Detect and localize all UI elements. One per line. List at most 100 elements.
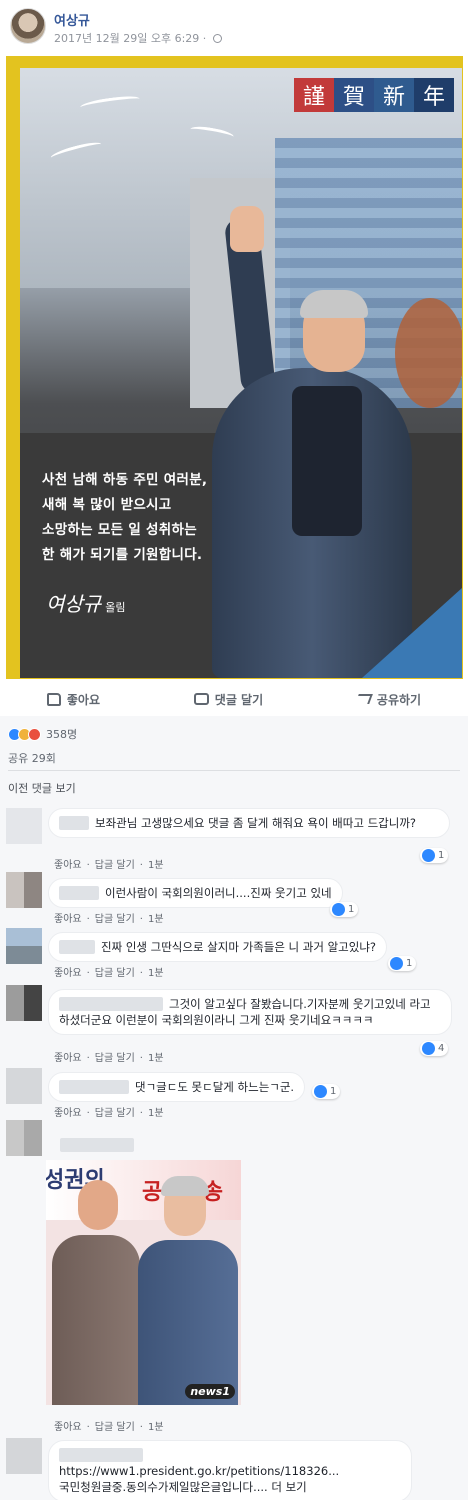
- view-previous-comments-link[interactable]: 이전 댓글 보기: [8, 780, 76, 796]
- redacted-name[interactable]: [59, 1448, 143, 1462]
- new-year-card-image[interactable]: 謹 賀 新 年 사천 남해 하동 주민 여러분, 새해 복 많이 받으시고 소망…: [6, 56, 463, 679]
- share-label: 공유하기: [376, 692, 422, 707]
- comment-label: 댓글 달기: [214, 692, 264, 707]
- comment-like-count[interactable]: 1: [420, 848, 449, 863]
- message-line: 소망하는 모든 일 성취하는: [42, 522, 197, 538]
- commenter-avatar[interactable]: [6, 928, 42, 964]
- comment-button[interactable]: 댓글 달기: [193, 691, 264, 708]
- comment-like-link[interactable]: 좋아요: [54, 860, 82, 871]
- comment-bubble: 보좌관님 고생많으세요 댓글 좀 달게 해줘요 욕이 배따고 드갑니까?: [48, 808, 450, 838]
- author-avatar[interactable]: [10, 8, 46, 44]
- autumn-tree: [395, 298, 462, 408]
- message-line: 사천 남해 하동 주민 여러분,: [42, 472, 208, 488]
- comment-like-link[interactable]: 좋아요: [54, 1422, 82, 1433]
- like-count: 4: [438, 1043, 445, 1054]
- comment-time[interactable]: 1분: [148, 860, 164, 871]
- post-date[interactable]: 2017년 12월 29일 오후 6:29 ·: [54, 32, 210, 45]
- comment-reply-link[interactable]: 답글 달기: [95, 914, 135, 925]
- man-suit-blue: [138, 1240, 238, 1405]
- comment-time[interactable]: 1분: [148, 1108, 164, 1119]
- signature: 여상규 올림: [46, 588, 125, 617]
- post-action-bar: 좋아요 댓글 달기 공유하기: [0, 685, 468, 713]
- redacted-name[interactable]: [59, 816, 89, 830]
- news1-logo: news1: [185, 1384, 235, 1399]
- commenter-avatar[interactable]: [6, 1068, 42, 1104]
- redacted-name[interactable]: [59, 1080, 129, 1094]
- comment-reply-link[interactable]: 답글 달기: [95, 1422, 135, 1433]
- comment-reply-link[interactable]: 답글 달기: [95, 1108, 135, 1119]
- comment-text: 보좌관님 고생많으세요 댓글 좀 달게 해줘요 욕이 배따고 드갑니까?: [95, 816, 417, 830]
- comment-text: 진짜 인생 그딴식으로 살지마 가족들은 니 과거 알고있냐?: [101, 940, 377, 954]
- comment-reply-link[interactable]: 답글 달기: [95, 1053, 135, 1064]
- message-line: 한 해가 되기를 기원합니다.: [42, 547, 203, 563]
- like-badge-icon: [314, 1085, 327, 1098]
- signature-suffix: 올림: [105, 601, 126, 614]
- comment-bubble: https://www1.president.go.kr/petitions/1…: [48, 1440, 412, 1500]
- author-name[interactable]: 여상규: [54, 10, 90, 29]
- like-label: 좋아요: [66, 692, 101, 707]
- comment-time[interactable]: 1분: [148, 1053, 164, 1064]
- like-button[interactable]: 좋아요: [46, 691, 101, 708]
- comment-actions: 좋아요 · 답글 달기 · 1분: [54, 860, 164, 871]
- card-message: 사천 남해 하동 주민 여러분, 새해 복 많이 받으시고 소망하는 모든 일 …: [42, 468, 207, 568]
- comment-actions: 좋아요 · 답글 달기 · 1분: [54, 914, 164, 925]
- comment-like-count[interactable]: 1: [388, 956, 417, 971]
- reactions-summary[interactable]: 358명: [8, 726, 77, 742]
- banner-char: 新: [374, 78, 414, 112]
- person-hair: [300, 290, 368, 318]
- share-arrow-icon: [355, 694, 373, 704]
- comment-actions: 좋아요 · 답글 달기 · 1분: [54, 1053, 164, 1064]
- redacted-name[interactable]: [59, 940, 95, 954]
- globe-icon: [212, 34, 222, 43]
- commenter-avatar[interactable]: [6, 808, 42, 844]
- comment-like-count[interactable]: 1: [312, 1084, 341, 1099]
- post-meta: 2017년 12월 29일 오후 6:29 ·: [54, 30, 222, 46]
- comment-time[interactable]: 1분: [148, 914, 164, 925]
- comment-bubble: 진짜 인생 그딴식으로 살지마 가족들은 니 과거 알고있냐?: [48, 932, 388, 962]
- petition-link[interactable]: https://www1.president.go.kr/petitions/1…: [59, 1464, 339, 1478]
- comment-like-link[interactable]: 좋아요: [54, 1108, 82, 1119]
- comment-like-count[interactable]: 1: [330, 902, 359, 917]
- commenter-avatar[interactable]: [6, 872, 42, 908]
- commenter-avatar[interactable]: [6, 1438, 42, 1474]
- like-badge-icon: [422, 849, 435, 862]
- comment-actions: 좋아요 · 답글 달기 · 1분: [54, 1108, 164, 1119]
- post-header: 여상규 2017년 12월 29일 오후 6:29 ·: [0, 0, 468, 52]
- scarf: [292, 386, 362, 536]
- comment-reply-link[interactable]: 답글 달기: [95, 860, 135, 871]
- like-count: 1: [348, 904, 355, 915]
- comment-like-link[interactable]: 좋아요: [54, 914, 82, 925]
- redacted-name[interactable]: [59, 886, 99, 900]
- card-photo: 謹 賀 新 年 사천 남해 하동 주민 여러분, 새해 복 많이 받으시고 소망…: [20, 68, 462, 678]
- comment-like-count[interactable]: 4: [420, 1041, 449, 1056]
- redacted-name[interactable]: [60, 1138, 134, 1152]
- share-button[interactable]: 공유하기: [355, 691, 422, 708]
- comment-like-link[interactable]: 좋아요: [54, 968, 82, 979]
- comment-reply-link[interactable]: 답글 달기: [95, 968, 135, 979]
- redacted-name[interactable]: [59, 997, 163, 1011]
- reaction-count: 358명: [46, 728, 78, 741]
- man-hair: [161, 1176, 209, 1196]
- commenter-avatar[interactable]: [6, 1120, 42, 1156]
- comment-bubble: 이런사람이 국회의원이러니....진짜 웃기고 있네: [48, 878, 343, 908]
- like-count: 1: [406, 958, 413, 969]
- share-count[interactable]: 공유 29회: [8, 750, 56, 766]
- thumbs-up-icon: [46, 692, 61, 706]
- divider: [8, 770, 460, 771]
- comment-bubble: 댓ㄱ글ㄷ도 못ㄷ달게 하느는ㄱ군.: [48, 1072, 306, 1102]
- man-face: [78, 1180, 118, 1230]
- like-badge-icon: [332, 903, 345, 916]
- comment-actions: 좋아요 · 답글 달기 · 1분: [54, 968, 164, 979]
- like-count: 1: [330, 1086, 337, 1097]
- comment-time[interactable]: 1분: [148, 1422, 164, 1433]
- comment-like-link[interactable]: 좋아요: [54, 1053, 82, 1064]
- like-badge-icon: [422, 1042, 435, 1055]
- comment-photo[interactable]: 성권의 공영방송 news1: [46, 1160, 241, 1405]
- like-count: 1: [438, 850, 445, 861]
- commenter-avatar[interactable]: [6, 985, 42, 1021]
- man-suit-brown: [52, 1235, 140, 1405]
- comment-icon: [193, 693, 209, 705]
- comment-time[interactable]: 1분: [148, 968, 164, 979]
- comment-text: 이런사람이 국회의원이러니....진짜 웃기고 있네: [105, 886, 332, 900]
- signature-name: 여상규: [46, 592, 102, 616]
